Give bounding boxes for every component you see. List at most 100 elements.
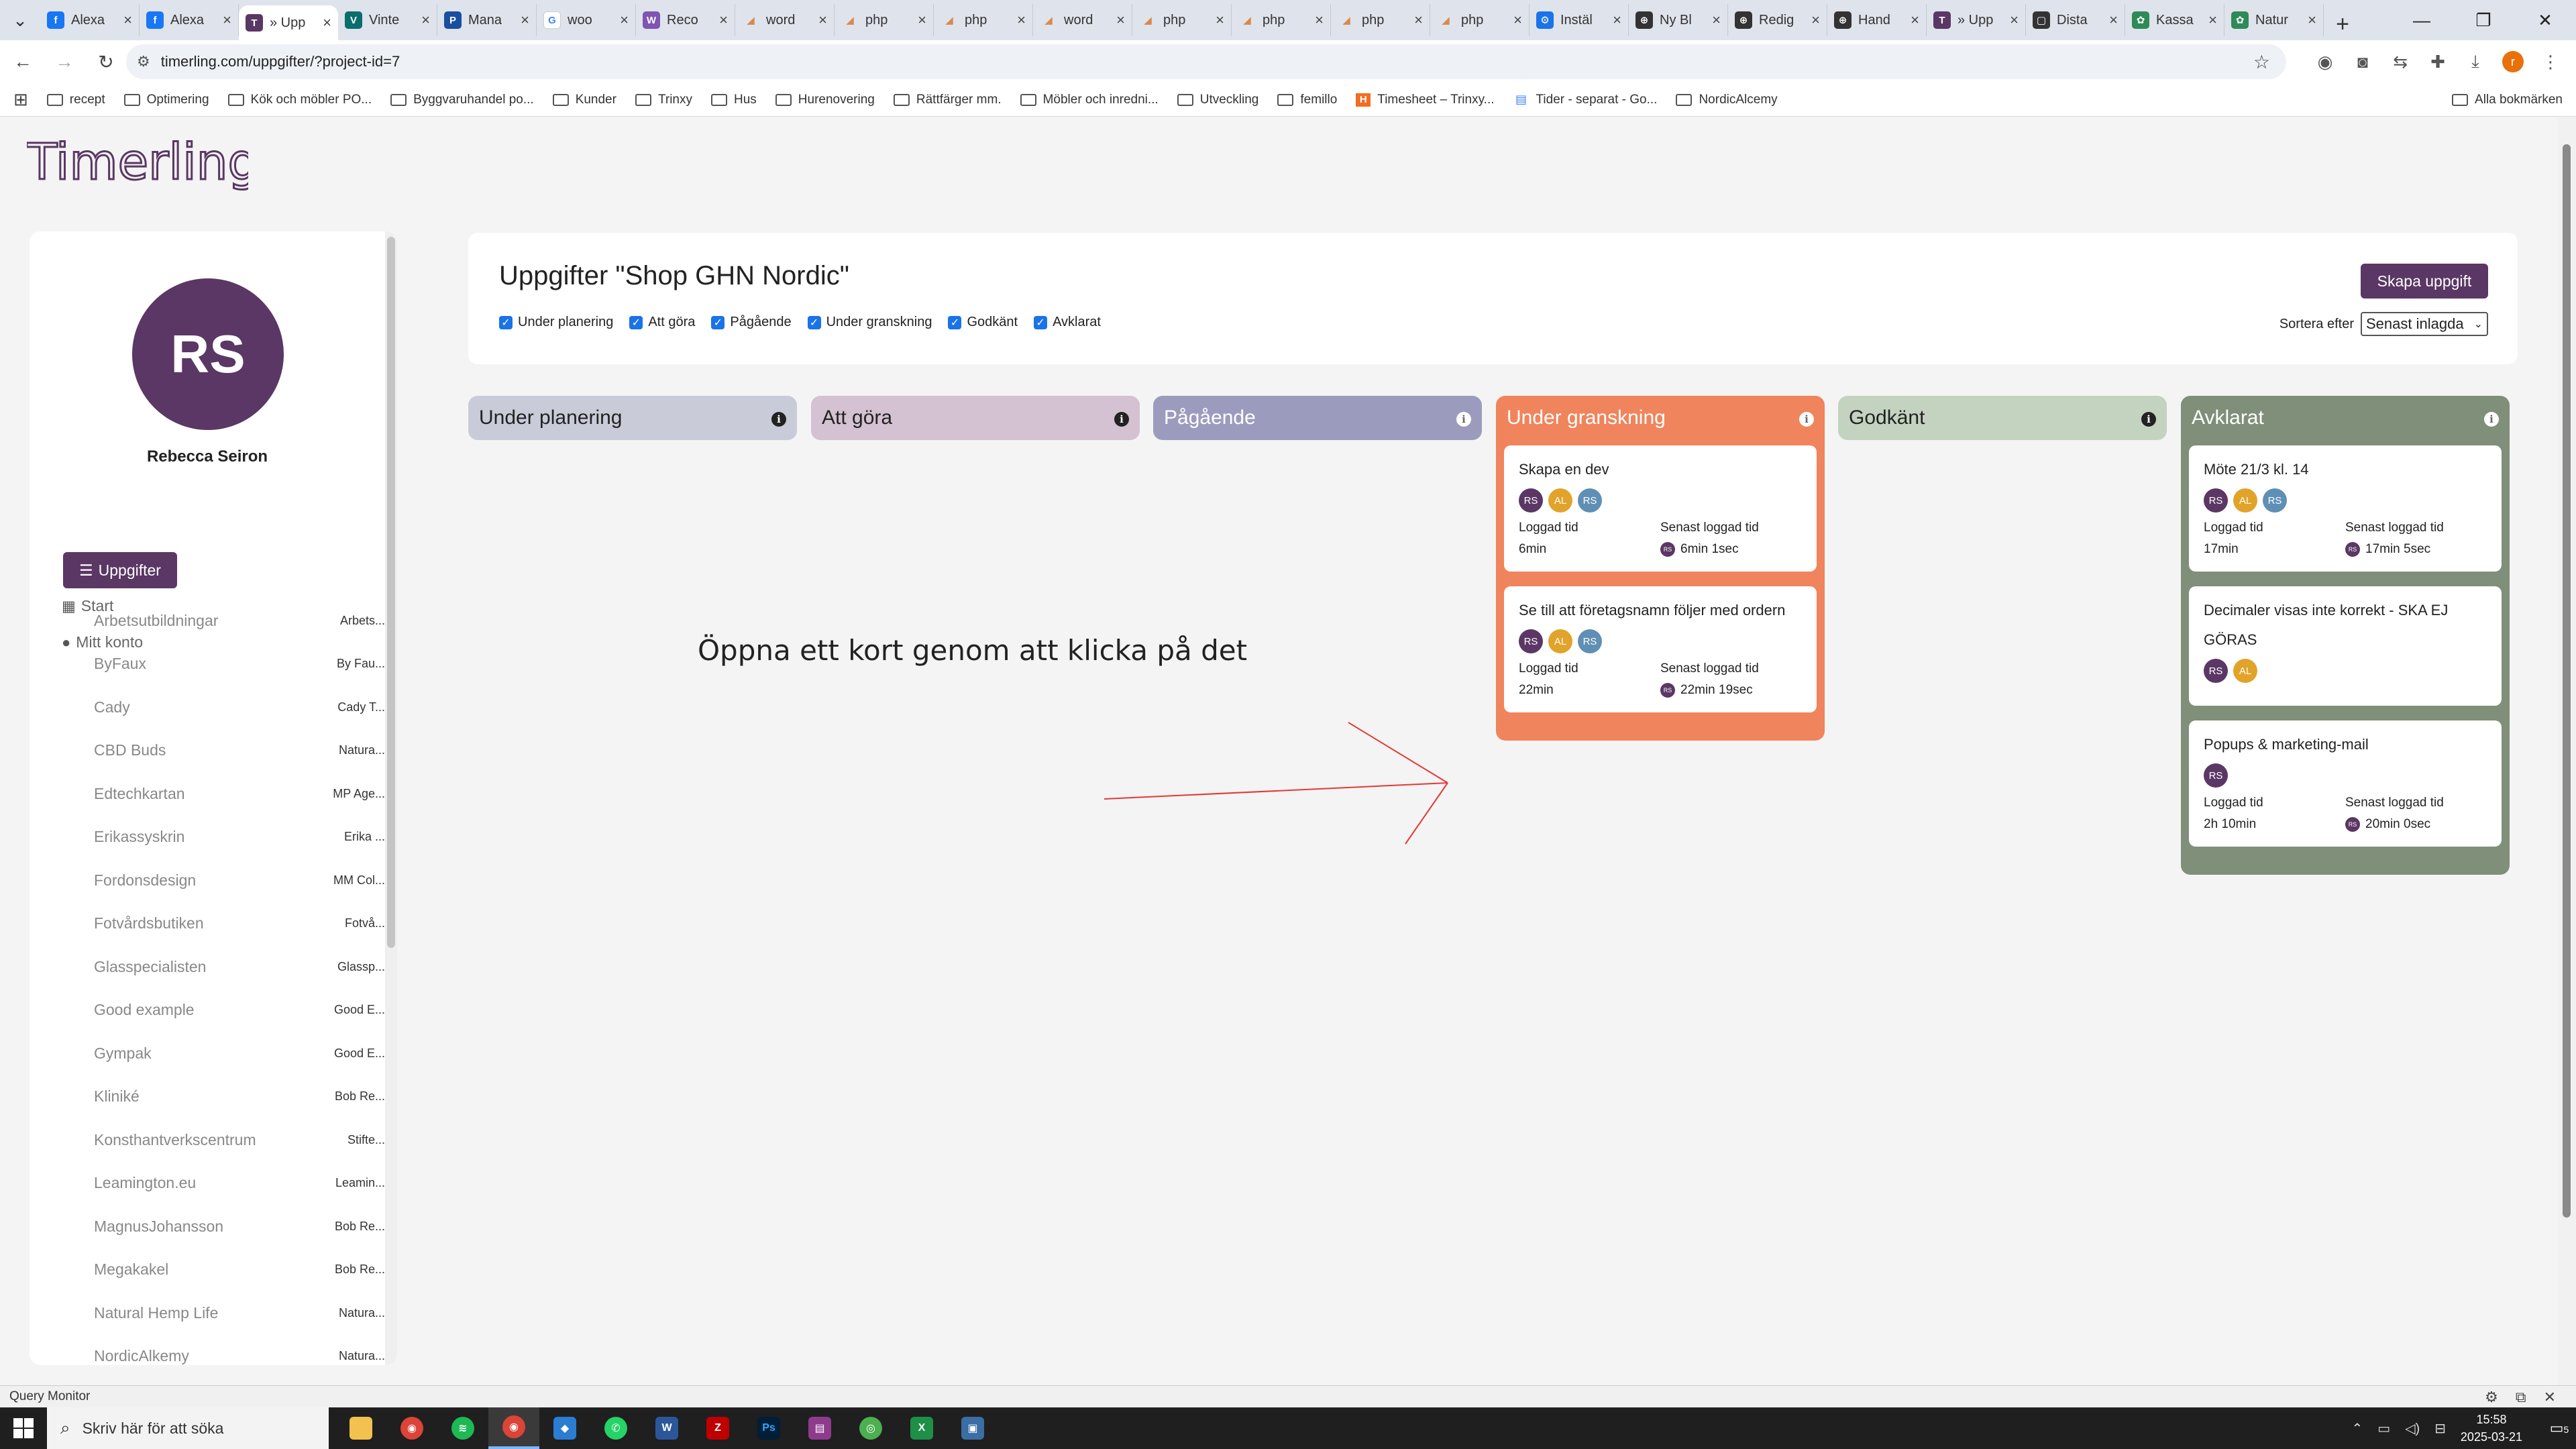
tab-close-icon[interactable]: × bbox=[1513, 11, 1522, 29]
tab-close-icon[interactable]: × bbox=[421, 11, 430, 29]
project-item[interactable]: Megakakel Bob Re... bbox=[94, 1248, 385, 1292]
task-card[interactable]: Möte 21/3 kl. 14 RS AL RS Loggad tid 17min Sen… bbox=[2189, 445, 2502, 572]
bookmark-item[interactable]: Optimering bbox=[123, 93, 209, 107]
tab-close-icon[interactable]: × bbox=[1712, 11, 1721, 29]
browser-tab[interactable]: ⊕ Redig × bbox=[1728, 4, 1827, 36]
browser-tab[interactable]: P Mana × bbox=[437, 4, 537, 36]
project-item[interactable]: Leamington.eu Leamin... bbox=[94, 1162, 385, 1205]
excel-icon[interactable]: X bbox=[896, 1407, 947, 1449]
terminal-icon[interactable]: ▣ bbox=[947, 1407, 998, 1449]
sidebar-scrollbar[interactable] bbox=[385, 231, 397, 1365]
camera-icon[interactable]: ◙ bbox=[2344, 52, 2381, 72]
project-item[interactable]: Fotvårdsbutiken Fotvå... bbox=[94, 902, 385, 946]
profile-avatar[interactable]: r bbox=[2502, 51, 2524, 72]
bookmark-item[interactable]: ▤ Tider - separat - Go... bbox=[1513, 93, 1657, 107]
status-filter[interactable]: ✓ Pågående bbox=[711, 315, 792, 330]
whatsapp-icon[interactable]: ✆ bbox=[590, 1407, 641, 1449]
tab-close-icon[interactable]: × bbox=[223, 11, 231, 29]
timerling-logo[interactable]: Timerling bbox=[25, 133, 261, 195]
project-item[interactable]: Natural Hemp Life Natura... bbox=[94, 1291, 385, 1335]
checkbox-checked[interactable]: ✓ bbox=[948, 315, 962, 329]
puzzle-icon[interactable]: ✚ bbox=[2419, 52, 2457, 72]
extension-icon[interactable]: ◉ bbox=[2306, 52, 2344, 72]
tab-close-icon[interactable]: × bbox=[818, 11, 827, 29]
tab-close-icon[interactable]: × bbox=[1017, 11, 1026, 29]
chrome-icon[interactable]: ◉ bbox=[386, 1407, 437, 1449]
browser-tab[interactable]: ▢ Dista × bbox=[2026, 4, 2125, 36]
tab-close-icon[interactable]: × bbox=[1414, 11, 1423, 29]
bookmark-item[interactable]: Utveckling bbox=[1177, 93, 1258, 107]
browser-tab[interactable]: ⊕ Hand × bbox=[1827, 4, 1927, 36]
browser-tab[interactable]: Gwoo × bbox=[537, 4, 636, 36]
status-filter[interactable]: ✓ Godkänt bbox=[948, 315, 1018, 330]
checkbox-checked[interactable]: ✓ bbox=[711, 315, 725, 329]
extension-icon[interactable]: ⇆ bbox=[2381, 52, 2419, 72]
status-filter[interactable]: ✓ Under granskning bbox=[807, 315, 932, 330]
project-item[interactable]: CBD Buds Natura... bbox=[94, 729, 385, 773]
project-item[interactable]: Good example Good E... bbox=[94, 989, 385, 1032]
bookmark-item[interactable]: Rättfärger mm. bbox=[893, 93, 1002, 107]
url-text[interactable]: timerling.com/uppgifter/?project-id=7 bbox=[161, 53, 400, 70]
page-scrollbar[interactable] bbox=[2557, 117, 2576, 1385]
spotify-icon[interactable]: ≋ bbox=[437, 1407, 488, 1449]
tab-close-icon[interactable]: × bbox=[2208, 11, 2217, 29]
create-task-button[interactable]: Skapa uppgift bbox=[2361, 264, 2488, 299]
task-card[interactable]: Decimaler visas inte korrekt - SKA EJ GÖ… bbox=[2189, 586, 2502, 706]
all-bookmarks[interactable]: Alla bokmärken bbox=[2452, 83, 2563, 117]
project-item[interactable]: Fordonsdesign MM Col... bbox=[94, 859, 385, 902]
info-icon[interactable]: i bbox=[1114, 412, 1129, 427]
site-info-icon[interactable]: ⚙ bbox=[137, 53, 150, 70]
popout-icon[interactable]: ⧉ bbox=[2516, 1389, 2526, 1406]
chrome-active-icon[interactable]: ◉ bbox=[488, 1407, 539, 1449]
browser-tab[interactable]: f Alexa × bbox=[140, 4, 239, 36]
browser-tab[interactable]: V Vinte × bbox=[338, 4, 437, 36]
back-arrow-icon[interactable]: ← bbox=[4, 43, 42, 80]
winrar-icon[interactable]: ▤ bbox=[794, 1407, 845, 1449]
task-card[interactable]: Popups & marketing-mail RS Loggad tid 2h 10… bbox=[2189, 720, 2502, 847]
chevron-up-icon[interactable]: ⌃ bbox=[2351, 1420, 2363, 1437]
project-item[interactable]: NordicAlkemy Natura... bbox=[94, 1335, 385, 1366]
bookmark-item[interactable]: recept bbox=[46, 93, 105, 107]
browser-tab[interactable]: ⊕ Ny Bl × bbox=[1629, 4, 1728, 36]
project-item[interactable]: Erikassyskrin Erika ... bbox=[94, 816, 385, 859]
browser-tab[interactable]: T » Upp × bbox=[239, 5, 338, 40]
tab-close-icon[interactable]: × bbox=[2010, 11, 2019, 29]
info-icon[interactable]: i bbox=[1456, 412, 1471, 427]
bookmark-item[interactable]: H Timesheet – Trinxy... bbox=[1356, 93, 1495, 107]
browser-tab[interactable]: ⚙ Instäl × bbox=[1529, 4, 1629, 36]
checkbox-checked[interactable]: ✓ bbox=[807, 315, 821, 329]
apps-grid-icon[interactable]: ⊞ bbox=[13, 89, 28, 110]
bookmark-item[interactable]: Byggvaruhandel po... bbox=[390, 93, 534, 107]
app-icon[interactable]: ◆ bbox=[539, 1407, 590, 1449]
restore-icon[interactable]: ❐ bbox=[2453, 0, 2514, 40]
tab-close-icon[interactable]: × bbox=[918, 11, 926, 29]
nav-tasks[interactable]: ☰ Uppgifter bbox=[63, 552, 177, 588]
browser-tab[interactable]: ◢ php × bbox=[1430, 4, 1529, 36]
gear-icon[interactable]: ⚙ bbox=[2485, 1389, 2498, 1406]
bookmark-item[interactable]: femillo bbox=[1277, 93, 1337, 107]
status-filter[interactable]: ✓ Att göra bbox=[629, 315, 695, 330]
bookmark-item[interactable]: Trinxy bbox=[635, 93, 692, 107]
windows-start-icon[interactable] bbox=[0, 1407, 47, 1449]
photoshop-icon[interactable]: Ps bbox=[743, 1407, 794, 1449]
project-item[interactable]: Cady Cady T... bbox=[94, 686, 385, 729]
tab-close-icon[interactable]: × bbox=[1116, 11, 1125, 29]
project-item[interactable]: MagnusJohansson Bob Re... bbox=[94, 1205, 385, 1248]
address-bar[interactable]: ⚙ timerling.com/uppgifter/?project-id=7 … bbox=[126, 44, 2286, 79]
notification-icon[interactable]: ▭5 bbox=[2542, 1419, 2576, 1437]
language-icon[interactable]: ⊟ bbox=[2434, 1420, 2446, 1437]
bookmark-item[interactable]: Kök och möbler PO... bbox=[227, 93, 372, 107]
browser-tab[interactable]: ◢ php × bbox=[835, 4, 934, 36]
tab-close-icon[interactable]: × bbox=[2308, 11, 2316, 29]
bookmark-item[interactable]: Hurenovering bbox=[775, 93, 875, 107]
task-card[interactable]: Se till att företagsnamn följer med orde… bbox=[1504, 586, 1817, 712]
browser-tab[interactable]: ◢ php × bbox=[1232, 4, 1331, 36]
minimize-icon[interactable]: — bbox=[2391, 0, 2453, 40]
sort-select[interactable]: Senast inlagda ⌄ bbox=[2361, 312, 2488, 336]
browser-tab[interactable]: T » Upp × bbox=[1927, 4, 2026, 36]
tab-close-icon[interactable]: × bbox=[620, 11, 629, 29]
task-card[interactable]: Skapa en dev RS AL RS Loggad tid 6min Senast l… bbox=[1504, 445, 1817, 572]
kebab-menu-icon[interactable]: ⋮ bbox=[2532, 52, 2569, 72]
tab-close-icon[interactable]: × bbox=[1315, 11, 1324, 29]
status-filter[interactable]: ✓ Under planering bbox=[499, 315, 613, 330]
